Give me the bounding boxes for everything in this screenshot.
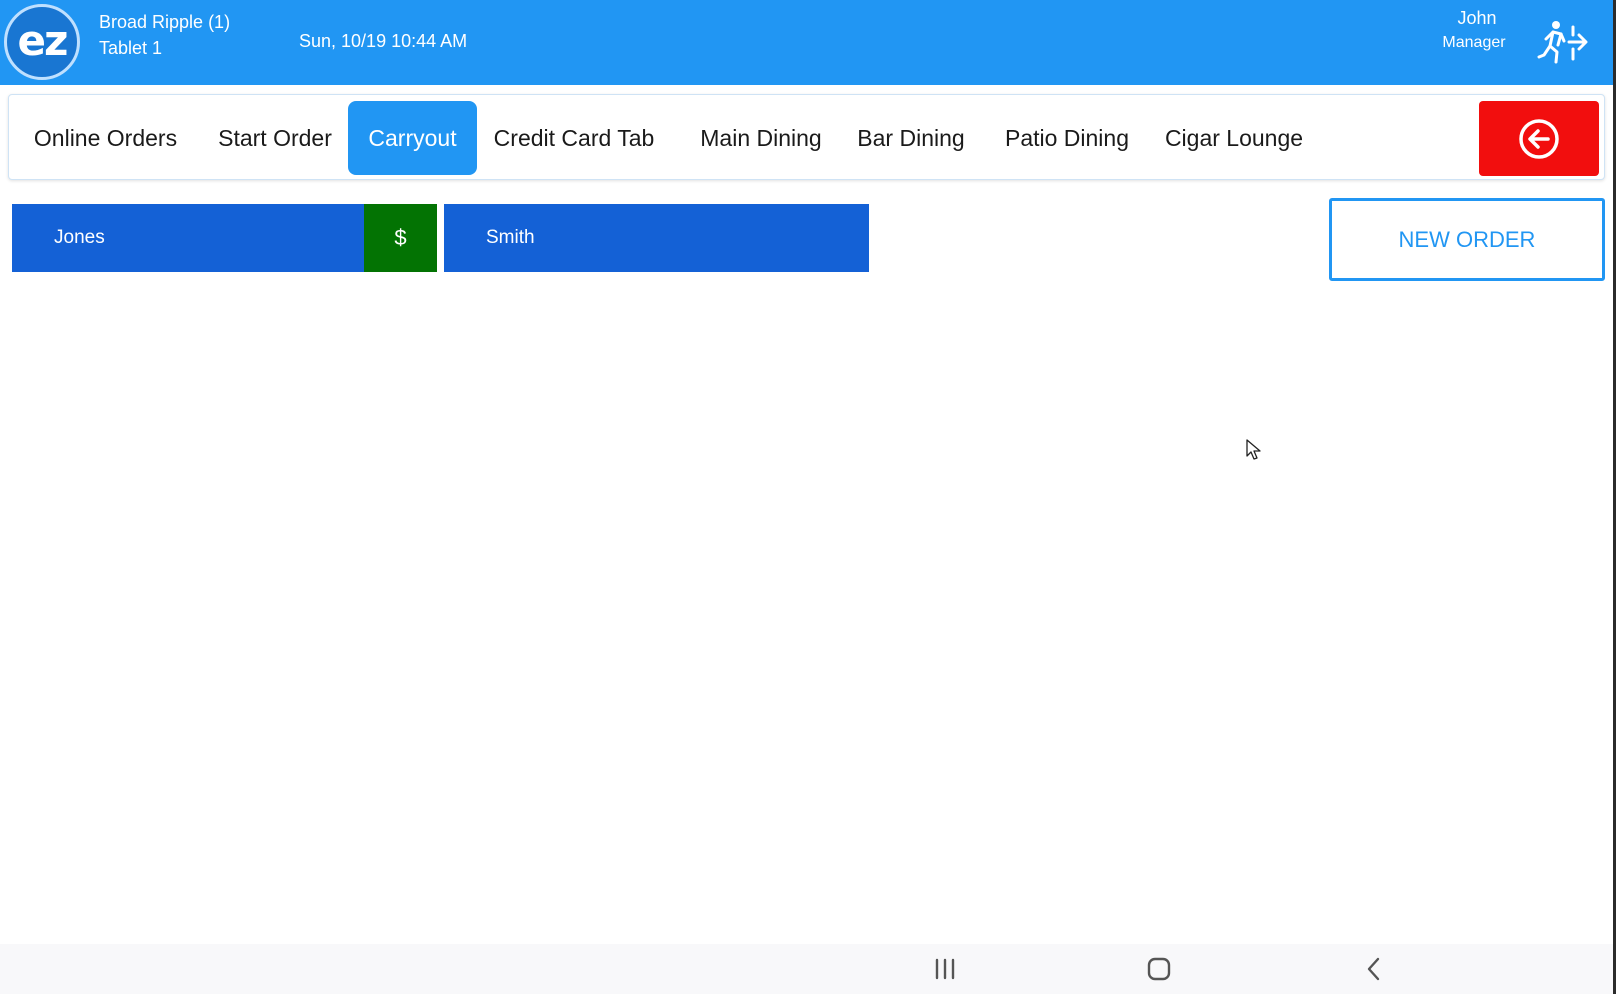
order-smith[interactable]: Smith — [444, 204, 869, 272]
back-chevron-icon — [1367, 957, 1380, 981]
ez-logo[interactable]: ez — [4, 4, 80, 80]
order-jones[interactable]: Jones — [12, 204, 364, 272]
android-nav-bar — [0, 944, 1613, 994]
recent-apps-icon — [935, 958, 955, 980]
top-header: ez Broad Ripple (1) Tablet 1 Sun, 10/19 … — [0, 0, 1613, 85]
tab-online-orders[interactable]: Online Orders — [19, 101, 192, 175]
tab-cigar-lounge[interactable]: Cigar Lounge — [1159, 101, 1309, 175]
tab-bar-dining[interactable]: Bar Dining — [851, 101, 971, 175]
recent-apps-button[interactable] — [915, 944, 975, 994]
order-name: Jones — [54, 227, 105, 248]
logo-text: ez — [17, 15, 69, 65]
tab-start-order[interactable]: Start Order — [202, 101, 348, 175]
user-name: John — [1457, 8, 1497, 28]
home-icon — [1147, 957, 1171, 981]
exit-running-person-icon — [1537, 21, 1588, 64]
order-jones-paid-marker[interactable]: $ — [364, 204, 437, 272]
tab-credit-card-tab[interactable]: Credit Card Tab — [487, 101, 661, 175]
new-order-button[interactable]: NEW ORDER — [1329, 198, 1605, 281]
tab-patio-dining[interactable]: Patio Dining — [997, 101, 1137, 175]
back-nav-button[interactable] — [1344, 944, 1404, 994]
store-name: Broad Ripple (1) — [99, 12, 231, 32]
pos-app: ez Broad Ripple (1) Tablet 1 Sun, 10/19 … — [0, 0, 1616, 994]
device-name: Tablet 1 — [99, 38, 163, 58]
tab-carryout[interactable]: Carryout — [348, 101, 477, 175]
home-button[interactable] — [1129, 944, 1189, 994]
logout-button[interactable] — [1534, 16, 1590, 68]
current-datetime: Sun, 10/19 10:44 AM — [299, 31, 468, 51]
tab-main-dining[interactable]: Main Dining — [694, 101, 828, 175]
section-tab-bar: Online Orders Start Order Carryout Credi… — [8, 94, 1605, 180]
back-button[interactable] — [1479, 101, 1599, 176]
order-name: Smith — [486, 227, 535, 248]
mouse-pointer-icon — [1246, 439, 1261, 460]
arrow-left-circle-icon — [1519, 118, 1559, 159]
user-role: Manager — [1442, 34, 1506, 51]
